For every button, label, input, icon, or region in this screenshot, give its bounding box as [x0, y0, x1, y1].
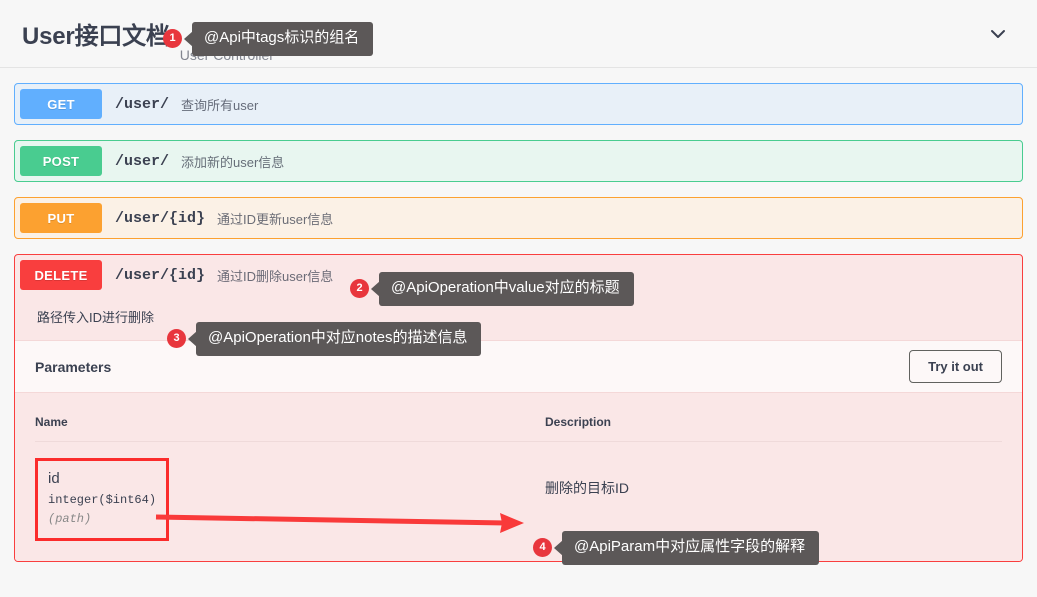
parameters-body: Name Description id integer($int64) (pat… — [15, 392, 1022, 561]
method-badge-delete: DELETE — [20, 260, 102, 290]
method-badge-get: GET — [20, 89, 102, 119]
column-header-description: Description — [545, 393, 1002, 442]
annotation-text-3: @ApiOperation中对应notes的描述信息 — [196, 322, 482, 356]
operation-path-delete: /user/{id} — [115, 266, 206, 284]
parameter-description-cell: 删除的目标ID — [545, 442, 1002, 541]
method-badge-put: PUT — [20, 203, 102, 233]
annotation-callout-2: 2 @ApiOperation中value对应的标题 — [350, 272, 634, 306]
annotation-badge-3: 3 — [167, 329, 186, 349]
operations-list: GET /user/ 查询所有user POST /user/ 添加新的user… — [0, 68, 1037, 239]
parameter-type: integer($int64) — [48, 492, 157, 507]
annotation-badge-1: 1 — [163, 29, 182, 49]
annotation-text-2: @ApiOperation中value对应的标题 — [379, 272, 634, 306]
chevron-down-icon[interactable] — [985, 21, 1011, 47]
parameter-location: (path) — [48, 511, 92, 526]
annotation-badge-2: 2 — [350, 279, 369, 299]
method-badge-post: POST — [20, 146, 102, 176]
operation-summary-put[interactable]: PUT /user/{id} 通过ID更新user信息 — [15, 198, 1022, 238]
parameter-name-cell: id integer($int64) (path) — [35, 442, 545, 541]
operation-path-put: /user/{id} — [115, 209, 206, 227]
annotation-text-1: @Api中tags标识的组名 — [192, 22, 374, 56]
table-row: id integer($int64) (path) 删除的目标ID — [35, 442, 1002, 541]
tag-header[interactable]: User接口文档 User Controller — [0, 0, 1037, 68]
operation-description-post: 添加新的user信息 — [181, 154, 285, 170]
parameter-highlight-box: id integer($int64) (path) — [35, 458, 170, 541]
column-header-name: Name — [35, 393, 545, 442]
annotation-callout-1: 1 @Api中tags标识的组名 — [163, 22, 374, 56]
operation-summary-post[interactable]: POST /user/ 添加新的user信息 — [15, 141, 1022, 181]
operation-description-get: 查询所有user — [181, 97, 259, 113]
operation-description-delete: 通过ID删除user信息 — [217, 268, 334, 284]
operation-row-put[interactable]: PUT /user/{id} 通过ID更新user信息 — [14, 197, 1023, 239]
parameter-description: 删除的目标ID — [545, 480, 629, 496]
operation-row-get[interactable]: GET /user/ 查询所有user — [14, 83, 1023, 125]
table-header-row: Name Description — [35, 393, 1002, 442]
operation-notes-text: 路径传入ID进行删除 — [37, 310, 155, 325]
operation-row-post[interactable]: POST /user/ 添加新的user信息 — [14, 140, 1023, 182]
parameter-name: id — [48, 470, 60, 487]
try-it-out-button[interactable]: Try it out — [909, 350, 1002, 383]
operation-summary-get[interactable]: GET /user/ 查询所有user — [15, 84, 1022, 124]
page-title: User接口文档 — [22, 23, 170, 50]
annotation-text-4: @ApiParam中对应属性字段的解释 — [562, 531, 820, 565]
operation-path-get: /user/ — [115, 95, 170, 113]
swagger-page: User接口文档 User Controller GET /user/ 查询所有… — [0, 0, 1037, 597]
operation-description-put: 通过ID更新user信息 — [217, 211, 334, 227]
annotation-badge-4: 4 — [533, 538, 552, 558]
annotation-callout-3: 3 @ApiOperation中对应notes的描述信息 — [167, 322, 482, 356]
parameters-heading: Parameters — [35, 358, 112, 375]
annotation-callout-4: 4 @ApiParam中对应属性字段的解释 — [533, 531, 820, 565]
parameters-table: Name Description id integer($int64) (pat… — [35, 393, 1002, 541]
operation-path-post: /user/ — [115, 152, 170, 170]
